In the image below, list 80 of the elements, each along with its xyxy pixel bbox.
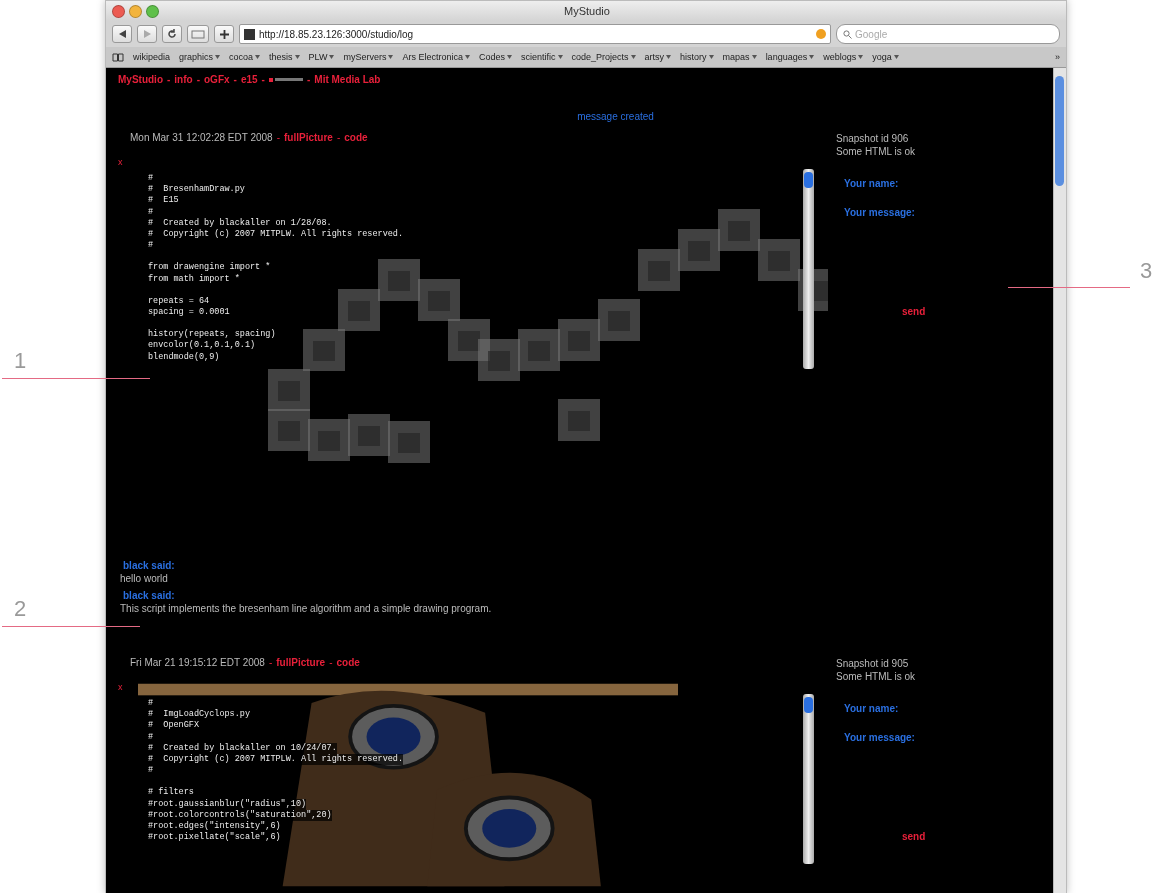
right-triangle-icon: [143, 30, 151, 38]
separator: -: [306, 74, 311, 85]
comment-author: black said:: [123, 590, 176, 601]
callout-number: 3: [1140, 258, 1153, 284]
snapshot-id: Snapshot id 906: [836, 132, 910, 145]
bookmark-link[interactable]: Ars Electronica: [402, 52, 470, 62]
close-button[interactable]: [112, 4, 125, 18]
plus-icon: [219, 29, 229, 39]
separator: -: [276, 132, 281, 143]
add-bookmark-button[interactable]: [214, 25, 234, 43]
page-scrollbar[interactable]: [1053, 68, 1066, 893]
snapshot-id: Snapshot id 905: [836, 657, 910, 670]
address-field[interactable]: http://18.85.23.126:3000/studio/log: [239, 24, 831, 44]
separator: -: [268, 657, 273, 668]
bookmark-link[interactable]: thesis: [269, 52, 300, 62]
name-label: Your name:: [844, 178, 900, 189]
bookmark-link[interactable]: weblogs: [823, 52, 864, 62]
post-link[interactable]: code: [336, 657, 360, 668]
name-label: Your name:: [844, 703, 900, 714]
comment-text: hello world: [120, 573, 169, 584]
post-date: Fri Mar 21 19:15:12 EDT 2008: [130, 657, 265, 668]
bookmark-link[interactable]: wikipedia: [133, 52, 171, 62]
post-link[interactable]: code: [344, 132, 368, 143]
html-note: Some HTML is ok: [836, 670, 917, 683]
code-scrollbar[interactable]: [803, 169, 814, 369]
reload-icon: [167, 29, 177, 39]
status-message: message created: [577, 111, 654, 122]
book-icon[interactable]: [112, 52, 124, 62]
bookmark-link[interactable]: scientific: [521, 52, 563, 62]
post-date: Mon Mar 31 12:02:28 EDT 2008: [130, 132, 273, 143]
comment-author: black said:: [123, 560, 176, 571]
message-label: Your message:: [844, 207, 916, 218]
bookmark-link[interactable]: graphics: [179, 52, 221, 62]
frame-icon: [191, 29, 205, 39]
snapshot-button[interactable]: [187, 25, 209, 43]
nav-link[interactable]: oGFx: [204, 74, 230, 85]
forward-button[interactable]: [137, 25, 157, 43]
bookmark-link[interactable]: Codes: [479, 52, 512, 62]
comment-text: This script implements the bresenham line algorithm and a simple drawing program.: [120, 603, 493, 614]
logo-icon[interactable]: [268, 77, 303, 82]
minimize-button[interactable]: [129, 4, 142, 18]
site-icon: [244, 28, 255, 40]
nav-link[interactable]: Mit Media Lab: [314, 74, 381, 85]
bookmark-link[interactable]: myServers: [343, 52, 394, 62]
bookmark-link[interactable]: history: [680, 52, 714, 62]
zoom-button[interactable]: [146, 4, 159, 18]
bookmark-link[interactable]: cocoa: [229, 52, 261, 62]
nav-link[interactable]: MyStudio: [118, 74, 163, 85]
html-note: Some HTML is ok: [836, 145, 917, 158]
bookmark-link[interactable]: mapas: [722, 52, 757, 62]
bookmark-link[interactable]: yoga: [872, 52, 899, 62]
nav-link[interactable]: info: [174, 74, 193, 85]
bookmark-link[interactable]: code_Projects: [571, 52, 636, 62]
separator: -: [261, 74, 265, 85]
window-title: MyStudio: [563, 5, 611, 17]
more-bookmarks[interactable]: »: [1055, 52, 1060, 62]
left-triangle-icon: [118, 30, 126, 38]
send-link[interactable]: send: [902, 306, 1036, 317]
callout-number: 2: [14, 596, 27, 622]
separator: -: [233, 74, 237, 85]
separator: -: [196, 74, 200, 85]
delete-link[interactable]: x: [118, 682, 123, 692]
separator: -: [167, 74, 171, 85]
delete-link[interactable]: x: [118, 157, 123, 167]
send-link[interactable]: send: [902, 831, 1036, 842]
post-link[interactable]: fullPicture: [284, 132, 333, 143]
message-label: Your message:: [844, 732, 916, 743]
separator: -: [329, 657, 333, 668]
search-icon: [843, 29, 852, 39]
bookmark-link[interactable]: languages: [765, 52, 815, 62]
callout-number: 1: [14, 348, 27, 374]
rss-icon: [816, 29, 826, 39]
bookmark-link[interactable]: artsy: [644, 52, 672, 62]
bookmark-link[interactable]: PLW: [308, 52, 335, 62]
separator: -: [336, 132, 341, 143]
reload-button[interactable]: [162, 25, 182, 43]
code-scrollbar[interactable]: [803, 694, 814, 864]
nav-link[interactable]: e15: [240, 74, 258, 85]
back-button[interactable]: [112, 25, 132, 43]
post-link[interactable]: fullPicture: [276, 657, 326, 668]
